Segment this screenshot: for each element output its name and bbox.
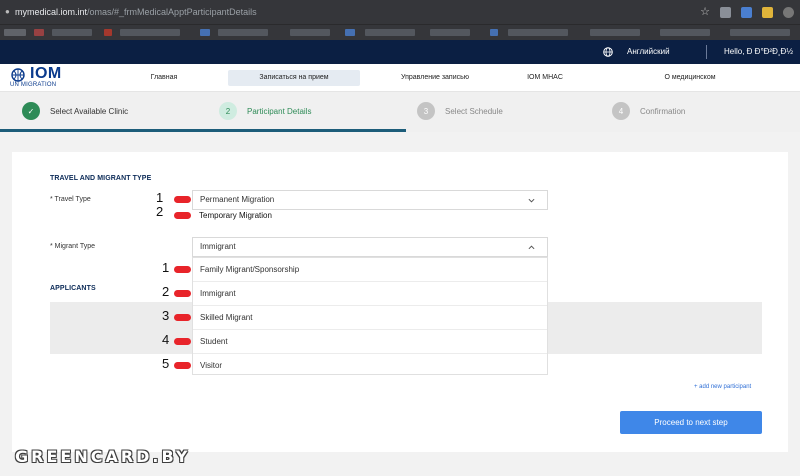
section-title-travel: TRAVEL AND MIGRANT TYPE [50, 175, 152, 182]
migrant-type-label: * Migrant Type [50, 243, 96, 250]
travel-type-value: Permanent Migration [200, 195, 275, 204]
annotation-number: 1 [156, 190, 164, 205]
nav-item-iom-mhac[interactable]: IOM MHAC [520, 70, 570, 86]
bookmarks-bar [0, 24, 800, 40]
nav-item-manage-appointment[interactable]: Управление записью [380, 70, 490, 86]
extension-icons: ☆ [700, 5, 794, 19]
step-participant-details[interactable]: 2 Participant Details [219, 102, 311, 120]
globe-icon[interactable] [603, 47, 613, 57]
annotation-number: 1 [162, 260, 170, 275]
nav-item-about-medical[interactable]: О медицинском [650, 70, 730, 86]
annotation-number: 5 [162, 356, 170, 371]
logo-text: IOM [30, 65, 62, 82]
step-label: Participant Details [247, 106, 312, 116]
annotation-marker [174, 212, 191, 219]
step-number: 4 [612, 102, 630, 120]
bookmark-star-icon[interactable]: ☆ [700, 6, 710, 18]
annotation-number: 4 [162, 332, 170, 347]
migrant-type-dropdown: Family Migrant/Sponsorship Immigrant Ski… [192, 257, 548, 375]
step-select-schedule[interactable]: 3 Select Schedule [417, 102, 503, 120]
section-title-applicants: APPLICANTS [50, 285, 96, 292]
step-number: 3 [417, 102, 435, 120]
step-label: Select Schedule [445, 106, 503, 116]
browser-chrome: ● mymedical.iom.int/omas/#_frmMedicalApp… [0, 0, 800, 40]
translate-icon[interactable] [741, 6, 752, 18]
iom-globe-icon [11, 68, 25, 82]
migrant-type-option-immigrant[interactable]: Immigrant [193, 282, 547, 306]
travel-type-select[interactable]: Permanent Migration [192, 190, 548, 210]
url-text[interactable]: mymedical.iom.int/omas/#_frmMedicalApptP… [15, 7, 257, 17]
migrant-type-option-student[interactable]: Student [193, 330, 547, 354]
annotation-number: 2 [156, 204, 164, 219]
main-nav: IOM UN MIGRATION Главная Записаться на п… [0, 64, 800, 92]
add-participant-link[interactable]: + add new participant [694, 384, 751, 390]
watermark: GREENCARD.BY [15, 447, 191, 466]
language-selector[interactable]: Английский [627, 47, 670, 56]
step-select-clinic[interactable]: ✓ Select Available Clinic [22, 102, 128, 120]
divider [706, 45, 707, 59]
logo-subtitle: UN MIGRATION [10, 82, 57, 88]
step-label: Select Available Clinic [50, 106, 129, 116]
check-icon: ✓ [22, 102, 40, 120]
extension-icon[interactable] [720, 6, 731, 18]
stepper-progress-bar [0, 129, 406, 132]
annotation-marker [174, 338, 191, 345]
nav-item-home[interactable]: Главная [134, 70, 194, 86]
annotation-marker [174, 362, 191, 369]
annotation-number: 2 [162, 284, 170, 299]
site-topbar: Английский Hello, Ð Ð°Ð²Ð¸Ð½ [0, 40, 800, 64]
migrant-type-select[interactable]: Immigrant [192, 237, 548, 257]
user-greeting[interactable]: Hello, Ð Ð°Ð²Ð¸Ð½ [724, 47, 793, 56]
annotation-number: 3 [162, 308, 170, 323]
lock-icon: ● [5, 7, 10, 16]
migrant-type-option-skilled[interactable]: Skilled Migrant [193, 306, 547, 330]
annotation-marker [174, 290, 191, 297]
step-number: 2 [219, 102, 237, 120]
profile-icon[interactable] [783, 6, 794, 18]
iom-logo[interactable]: IOM UN MIGRATION [10, 65, 70, 89]
step-label: Confirmation [640, 106, 686, 116]
chevron-down-icon [528, 198, 535, 203]
proceed-button[interactable]: Proceed to next step [620, 411, 762, 434]
annotation-marker [174, 266, 191, 273]
migrant-type-option-visitor[interactable]: Visitor [193, 354, 547, 378]
address-bar[interactable]: ● mymedical.iom.int/omas/#_frmMedicalApp… [0, 0, 800, 24]
migrant-type-value: Immigrant [200, 242, 236, 251]
migrant-type-option-family[interactable]: Family Migrant/Sponsorship [193, 258, 547, 282]
progress-stepper: ✓ Select Available Clinic 2 Participant … [0, 92, 800, 132]
extension-icon[interactable] [762, 6, 773, 18]
travel-type-option[interactable]: Temporary Migration [199, 211, 272, 220]
step-confirmation[interactable]: 4 Confirmation [612, 102, 685, 120]
travel-type-label: * Travel Type [50, 196, 91, 203]
annotation-marker [174, 314, 191, 321]
annotation-marker [174, 196, 191, 203]
chevron-up-icon [528, 245, 535, 250]
nav-item-book-appointment[interactable]: Записаться на прием [228, 70, 360, 86]
